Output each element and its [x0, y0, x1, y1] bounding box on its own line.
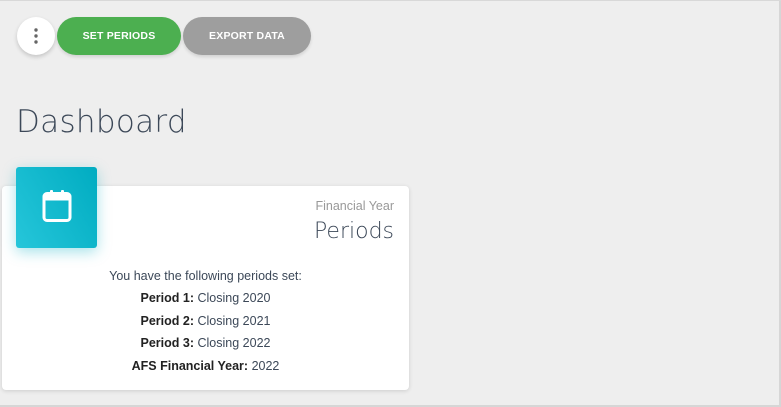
period-value: Closing 2022: [197, 336, 271, 350]
set-periods-button[interactable]: SET PERIODS: [57, 17, 181, 55]
period-label: Period 1:: [140, 291, 195, 305]
afs-financial-year-row: AFS Financial Year: 2022: [2, 357, 409, 380]
period-label: Period 2:: [140, 313, 195, 328]
period-label: Period 3:: [140, 336, 195, 350]
dashboard-page: SET PERIODS EXPORT DATA Dashboard Financ…: [0, 0, 781, 407]
period-value: Closing 2021: [197, 313, 271, 328]
period-row: Period 1: Closing 2020: [2, 289, 409, 312]
card-icon-box: [16, 167, 97, 248]
afs-financial-year-label: AFS Financial Year:: [131, 358, 249, 373]
card-body: You have the following periods set: Peri…: [2, 267, 409, 379]
period-row: Period 3: Closing 2022: [2, 334, 409, 357]
calendar-icon: [41, 189, 73, 227]
card-intro-text: You have the following periods set:: [109, 269, 302, 283]
export-data-button[interactable]: EXPORT DATA: [183, 17, 311, 55]
more-menu-button[interactable]: [17, 17, 55, 55]
period-row: Period 2: Closing 2021: [2, 312, 409, 335]
period-value: Closing 2020: [197, 291, 271, 305]
more-vert-icon: [34, 28, 38, 44]
card-category: Financial Year: [315, 199, 394, 213]
card-title: Periods: [313, 219, 394, 244]
afs-financial-year-value: 2022: [251, 358, 280, 373]
page-title: Dashboard: [16, 104, 187, 140]
